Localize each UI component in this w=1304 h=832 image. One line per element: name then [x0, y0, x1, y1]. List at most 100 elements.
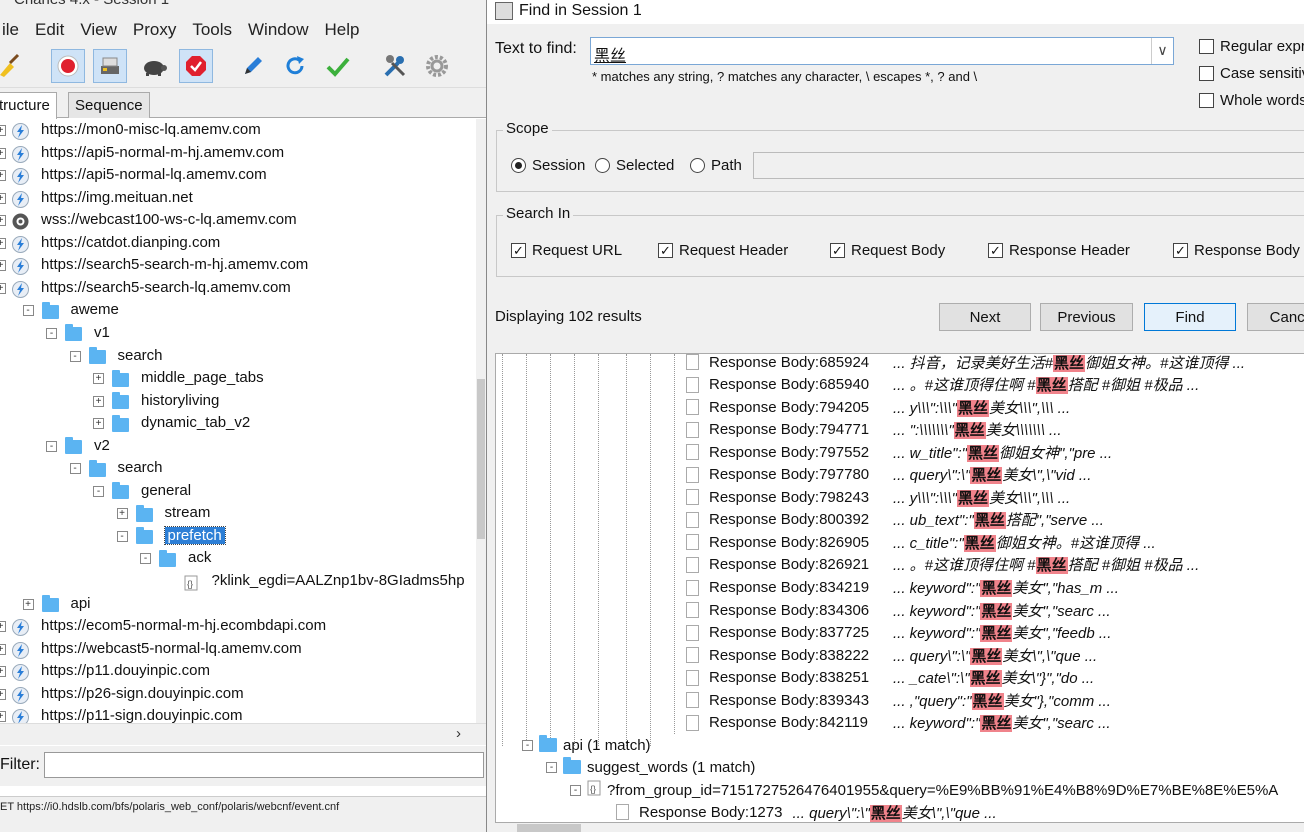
menu-window[interactable]: Window [240, 20, 316, 40]
menu-proxy[interactable]: Proxy [125, 20, 184, 40]
expand-toggle-icon[interactable]: + [0, 260, 6, 272]
expand-toggle-icon[interactable]: + [0, 147, 6, 159]
tree-folder-row[interactable]: + middle_page_tabs [0, 368, 476, 390]
cancel-button[interactable]: Cancel [1247, 303, 1304, 331]
tree-folder-row[interactable]: - v1 [0, 323, 476, 345]
tree-host-row[interactable]: + https://img.meituan.net [0, 188, 476, 210]
expand-toggle-icon[interactable]: + [0, 215, 6, 227]
regex-checkbox[interactable]: Regular expr [1199, 38, 1304, 55]
result-row[interactable]: Response Body:834219 ... keyword":"黑丝美女",… [686, 577, 1119, 599]
tree-host-row[interactable]: + https://catdot.dianping.com [0, 233, 476, 255]
menu-file[interactable]: ile [0, 20, 27, 40]
expand-toggle-icon[interactable]: + [0, 192, 6, 204]
previous-button[interactable]: Previous [1040, 303, 1133, 331]
refresh-icon[interactable] [278, 49, 312, 83]
collapse-toggle-icon[interactable]: - [46, 440, 57, 452]
collapse-toggle-icon[interactable]: - [69, 350, 81, 362]
throttle-icon[interactable] [93, 49, 127, 83]
result-row[interactable]: Response Body:842119 ... keyword":"黑丝美女",… [686, 712, 1111, 734]
tree-folder-row[interactable]: + api [0, 594, 476, 616]
response-body-checkbox[interactable]: ✓ Response Body [1173, 242, 1300, 259]
tree-host-row[interactable]: + https://ecom5-normal-m-hj.ecombdapi.com [0, 616, 476, 638]
scroll-right-icon[interactable]: › [456, 725, 461, 742]
expand-toggle-icon[interactable]: + [0, 282, 6, 294]
tree-file-row[interactable]: {} ?klink_egdi=AALZnp1bv-8GIadms5hp [0, 571, 476, 593]
result-row[interactable]: Response Body:838251 ... _cate\":\"黑丝美女\"… [686, 667, 1094, 689]
path-input[interactable] [753, 152, 1304, 179]
settings-gear-icon[interactable] [420, 49, 454, 83]
response-header-checkbox[interactable]: ✓ Response Header [988, 242, 1130, 259]
result-row[interactable]: Response Body:826905 ... c_title":"黑丝御姐女神… [686, 531, 1156, 553]
result-row[interactable]: Response Body:797780 ... query\":\"黑丝美女\"… [686, 464, 1091, 486]
tools-icon[interactable] [378, 49, 412, 83]
tree-folder-row[interactable]: + dynamic_tab_v2 [0, 413, 476, 435]
expand-toggle-icon[interactable]: + [0, 643, 6, 655]
tree-host-row[interactable]: + https://webcast5-normal-lq.amemv.com [0, 639, 476, 661]
expand-toggle-icon[interactable]: + [93, 373, 104, 385]
collapse-toggle-icon[interactable]: - [46, 327, 57, 339]
text-to-find-input[interactable]: 黑丝 ∨ [590, 37, 1174, 65]
expand-toggle-icon[interactable]: + [116, 508, 128, 520]
tree-host-row[interactable]: + https://p11-sign.douyinpic.com [0, 706, 476, 723]
request-body-checkbox[interactable]: ✓ Request Body [830, 242, 945, 259]
expand-toggle-icon[interactable]: + [0, 666, 6, 678]
menu-edit[interactable]: Edit [27, 20, 72, 40]
tree-folder-row[interactable]: - ack [0, 548, 476, 570]
turtle-icon[interactable] [137, 49, 171, 83]
menu-tools[interactable]: Tools [184, 20, 240, 40]
menu-view[interactable]: View [72, 20, 125, 40]
result-row[interactable]: Response Body:838222 ... query\":\"黑丝美女\"… [686, 644, 1097, 666]
collapse-toggle-icon[interactable]: - [93, 485, 104, 497]
collapse-toggle-icon[interactable]: - [69, 463, 81, 475]
tree-horizontal-scrollbar[interactable]: › [0, 723, 486, 745]
result-row[interactable]: Response Body:797552 ... w_title":"黑丝御姐女神… [686, 441, 1112, 463]
collapse-toggle-icon[interactable]: - [22, 305, 34, 317]
results-horizontal-scrollbar[interactable] [487, 823, 1304, 832]
tree-vertical-scrollbar[interactable] [476, 119, 486, 723]
result-row[interactable]: Response Body:798243 ... y\\\":\\\"黑丝美女\\… [686, 486, 1070, 508]
expand-toggle-icon[interactable]: + [22, 598, 34, 610]
tab-sequence[interactable]: Sequence [68, 92, 150, 118]
result-row[interactable]: Response Body:685924 ... 抖音，记录美好生活#黑丝御姐女神… [686, 354, 1245, 373]
result-row[interactable]: Response Body:826921 ... 。#这谁顶得住啊 #黑丝搭配 #… [686, 554, 1199, 576]
result-group-api[interactable]: - api (1 match) [522, 734, 651, 756]
expand-toggle-icon[interactable]: + [0, 237, 6, 249]
scope-selected-radio[interactable]: Selected [595, 157, 674, 174]
request-url-checkbox[interactable]: ✓ Request URL [511, 242, 622, 259]
broom-icon[interactable] [0, 49, 26, 83]
collapse-toggle-icon[interactable]: - [546, 761, 557, 773]
tree-host-row[interactable]: + https://mon0-misc-lq.amemv.com [0, 120, 476, 142]
result-row[interactable]: Response Body:685940 ... 。#这谁顶得住啊 #黑丝搭配 #… [686, 374, 1199, 396]
tree-folder-row[interactable]: + historyliving [0, 391, 476, 413]
collapse-toggle-icon[interactable]: - [116, 530, 128, 542]
scope-session-radio[interactable]: Session [511, 157, 585, 174]
result-row[interactable]: Response Body:839343 ... ,"query":"黑丝美女"}… [686, 689, 1111, 711]
tree-folder-row[interactable]: + stream [0, 503, 476, 525]
breakpoint-icon[interactable] [179, 49, 213, 83]
tree-folder-row[interactable]: - search [0, 458, 476, 480]
result-group-request[interactable]: -{} ?from_group_id=7151727526476401955&qu… [570, 779, 1278, 801]
expand-toggle-icon[interactable]: + [93, 395, 104, 407]
tree-folder-row[interactable]: - v2 [0, 436, 476, 458]
collapse-toggle-icon[interactable]: - [570, 784, 581, 796]
pen-icon[interactable] [236, 49, 270, 83]
tab-structure[interactable]: tructure [0, 92, 57, 119]
result-row[interactable]: Response Body:834306 ... keyword":"黑丝美女",… [686, 599, 1111, 621]
expand-toggle-icon[interactable]: + [0, 621, 6, 633]
tree-folder-row[interactable]: - prefetch [0, 525, 476, 548]
chevron-down-icon[interactable]: ∨ [1151, 38, 1173, 64]
tree-host-row[interactable]: + https://api5-normal-lq.amemv.com [0, 165, 476, 187]
tree-folder-row[interactable]: - search [0, 346, 476, 368]
tree-host-row[interactable]: + https://api5-normal-m-hj.amemv.com [0, 143, 476, 165]
result-row[interactable]: Response Body:1273 ... query\":\"黑丝美女\",\… [616, 801, 997, 822]
expand-toggle-icon[interactable]: + [0, 688, 6, 700]
result-row[interactable]: Response Body:837725 ... keyword":"黑丝美女",… [686, 622, 1111, 644]
record-icon[interactable] [51, 49, 85, 83]
expand-toggle-icon[interactable]: + [0, 711, 6, 723]
result-row[interactable]: Response Body:800392 ... ub_text":"黑丝搭配",… [686, 509, 1104, 531]
collapse-toggle-icon[interactable]: - [522, 739, 533, 751]
result-row[interactable]: Response Body:794771 ... ":\\\\\\\"黑丝美女\\… [686, 419, 1062, 441]
tree-folder-row[interactable]: - aweme [0, 300, 476, 322]
case-sensitive-checkbox[interactable]: Case sensitiv [1199, 65, 1304, 82]
expand-toggle-icon[interactable]: + [0, 125, 6, 136]
